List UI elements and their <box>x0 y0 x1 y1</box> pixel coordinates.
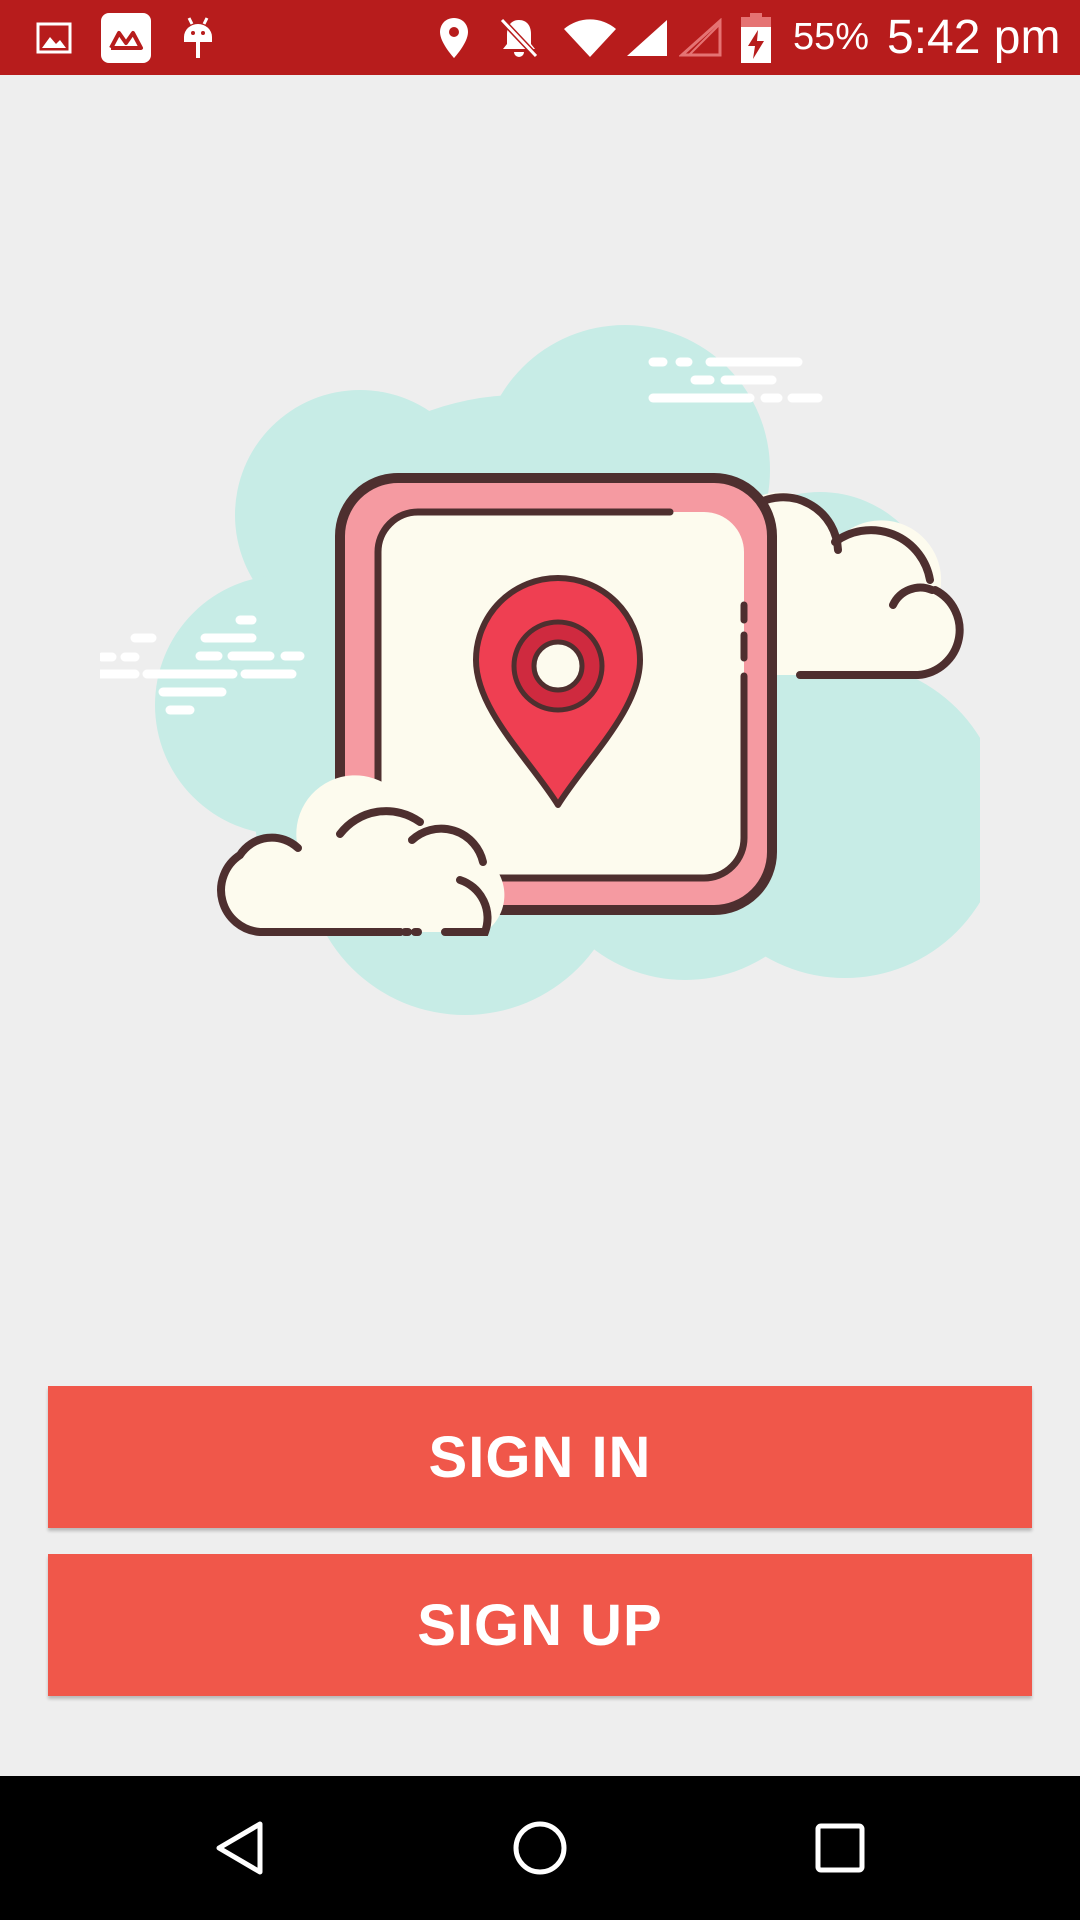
app-screen: 55% 5:42 pm SIGN IN SIGN UP <box>0 0 1080 1920</box>
battery-charging-icon <box>736 0 776 75</box>
status-clock: 5:42 pm <box>887 11 1061 64</box>
signal-no-service-icon <box>678 0 724 75</box>
signal-icon <box>624 0 670 75</box>
location-icon <box>434 0 474 75</box>
gallery-icon <box>33 0 75 75</box>
sign-up-button[interactable]: SIGN UP <box>48 1554 1032 1696</box>
notifications-off-icon <box>496 0 542 75</box>
recents-icon[interactable] <box>790 1798 890 1898</box>
app-logo-icon <box>100 0 152 75</box>
navigation-bar <box>0 1776 1080 1920</box>
battery-percent: 55% <box>793 16 870 58</box>
status-bar: 55% 5:42 pm <box>0 0 1080 75</box>
wifi-icon <box>560 0 620 75</box>
sign-in-button[interactable]: SIGN IN <box>48 1386 1032 1528</box>
back-icon[interactable] <box>190 1798 290 1898</box>
home-icon[interactable] <box>490 1798 590 1898</box>
android-debug-icon <box>177 0 219 75</box>
location-illustration <box>93 300 1003 1060</box>
